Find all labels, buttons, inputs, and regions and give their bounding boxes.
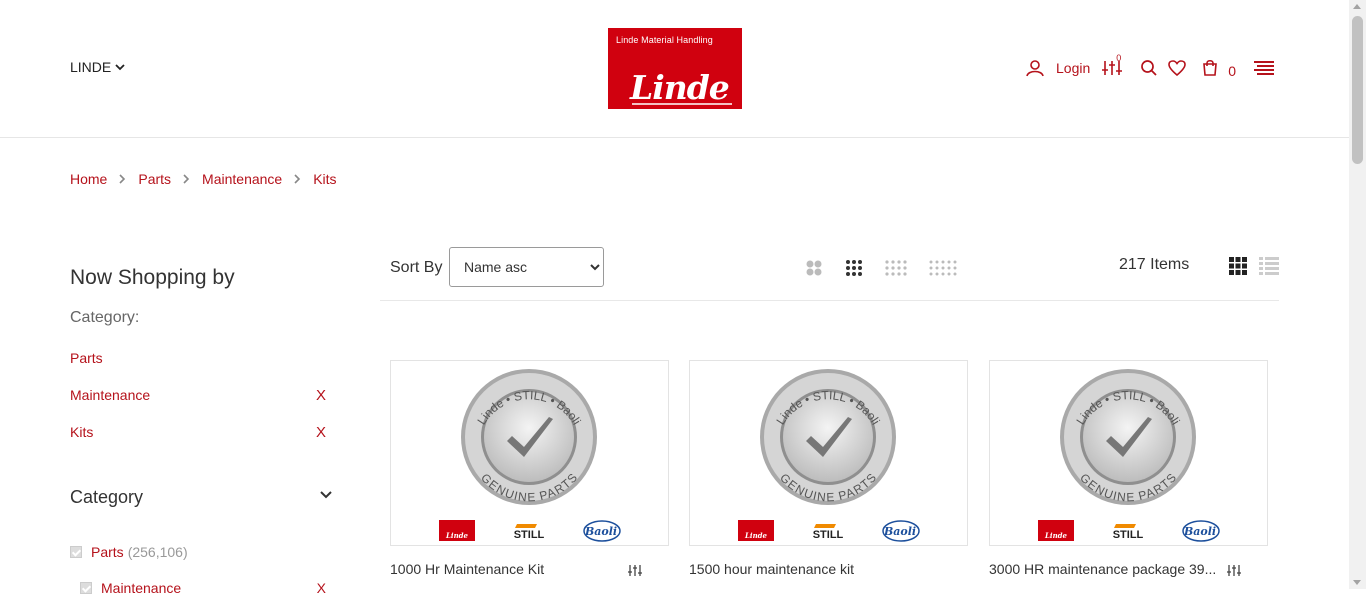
still-brand-mark bbox=[1114, 524, 1136, 528]
category-option-label: Parts bbox=[91, 544, 124, 560]
genuine-parts-seal: Linde • STILL • Baoli GENUINE PARTS Linde S… bbox=[690, 361, 967, 545]
logo-underline bbox=[632, 103, 732, 105]
product-image[interactable]: Linde • STILL • Baoli GENUINE PARTS Linde S… bbox=[989, 360, 1268, 546]
heart-icon[interactable] bbox=[1168, 60, 1187, 76]
remove-filter-maintenance-button[interactable]: X bbox=[316, 387, 326, 404]
still-brand-mark bbox=[814, 524, 836, 528]
brand-logos: Linde STILL Baoli bbox=[439, 520, 621, 542]
still-brand-text: STILL bbox=[1113, 529, 1144, 541]
filter-sidebar: Now Shopping by Category: Parts Maintena… bbox=[70, 266, 332, 596]
search-icon[interactable] bbox=[1140, 59, 1158, 77]
product-name[interactable]: 1500 hour maintenance kit bbox=[689, 561, 919, 577]
category-option-label: Maintenance bbox=[101, 580, 182, 596]
still-brand-text: STILL bbox=[514, 529, 545, 541]
checkbox-checked[interactable] bbox=[80, 582, 92, 594]
now-shopping-title: Now Shopping by bbox=[70, 266, 235, 289]
scrollbar-thumb[interactable] bbox=[1352, 16, 1363, 164]
page-scrollbar[interactable] bbox=[1349, 0, 1366, 589]
genuine-parts-seal: Linde • STILL • Baoli GENUINE PARTS Linde S… bbox=[391, 361, 668, 545]
login-link[interactable]: Login bbox=[1056, 60, 1090, 76]
add-to-compare-icon[interactable] bbox=[628, 564, 642, 577]
baoli-brand-text: Baoli bbox=[883, 525, 916, 538]
product-name[interactable]: 3000 HR maintenance package 39... bbox=[989, 561, 1219, 577]
baoli-brand-text: Baoli bbox=[1183, 525, 1216, 538]
linde-brand-text: Linde bbox=[744, 531, 768, 540]
grid-5-columns-icon[interactable] bbox=[929, 259, 959, 277]
active-filter-parts[interactable]: Parts bbox=[70, 350, 332, 366]
remove-filter-kits-button[interactable]: X bbox=[316, 424, 326, 441]
active-filter-label: Parts bbox=[70, 350, 103, 366]
product-toolbar: Sort By Name asc 217 Items bbox=[380, 246, 1279, 301]
active-filter-maintenance[interactable]: Maintenance X bbox=[70, 387, 332, 404]
active-filter-category-label: Category: bbox=[70, 309, 140, 326]
category-option-parts[interactable]: Parts (256,106) bbox=[70, 544, 188, 560]
breadcrumb-kits[interactable]: Kits bbox=[313, 171, 336, 187]
scroll-down-arrow-icon[interactable] bbox=[1353, 580, 1361, 585]
grid-view-icon[interactable] bbox=[1229, 257, 1247, 275]
still-brand-text: STILL bbox=[813, 529, 844, 541]
active-filter-label: Kits bbox=[70, 424, 94, 440]
baoli-brand-text: Baoli bbox=[584, 525, 617, 538]
compare-count: 0 bbox=[1116, 53, 1122, 63]
cart-count: 0 bbox=[1228, 63, 1237, 79]
category-option-count: (256,106) bbox=[127, 544, 188, 560]
breadcrumb-home[interactable]: Home bbox=[70, 171, 107, 187]
grid-2-columns-icon[interactable] bbox=[805, 259, 823, 277]
active-filter-label: Maintenance bbox=[70, 387, 151, 403]
site-header: LINDE Linde Material Handling Linde Logi… bbox=[0, 0, 1349, 138]
product-image[interactable]: Linde • STILL • Baoli GENUINE PARTS Linde S… bbox=[390, 360, 669, 546]
chevron-right-icon bbox=[294, 174, 301, 184]
breadcrumb-maintenance[interactable]: Maintenance bbox=[202, 171, 282, 187]
product-image[interactable]: Linde • STILL • Baoli GENUINE PARTS Linde S… bbox=[689, 360, 968, 546]
still-brand-mark bbox=[515, 524, 537, 528]
grid-4-columns-icon[interactable] bbox=[885, 259, 907, 277]
chevron-right-icon bbox=[183, 174, 190, 184]
genuine-parts-seal: Linde • STILL • Baoli GENUINE PARTS Linde S… bbox=[990, 361, 1267, 545]
product-name[interactable]: 1000 Hr Maintenance Kit bbox=[390, 561, 620, 577]
linde-brand-text: Linde bbox=[445, 531, 469, 540]
cart-icon[interactable] bbox=[1201, 59, 1219, 77]
header-actions: Login 0 0 bbox=[1026, 53, 1275, 80]
list-view-icon[interactable] bbox=[1259, 257, 1279, 275]
add-to-compare-icon[interactable] bbox=[1227, 564, 1241, 577]
linde-logo[interactable]: Linde Material Handling Linde bbox=[608, 28, 742, 109]
store-switcher[interactable]: LINDE bbox=[70, 59, 125, 75]
chevron-down-icon bbox=[115, 64, 125, 71]
brand-logos: Linde STILL Baoli bbox=[1038, 520, 1220, 542]
chevron-right-icon bbox=[119, 174, 126, 184]
brand-logos: Linde STILL Baoli bbox=[738, 520, 920, 542]
breadcrumb: Home Parts Maintenance Kits bbox=[70, 171, 337, 187]
logo-tagline: Linde Material Handling bbox=[616, 35, 713, 45]
remove-category-maintenance-button[interactable]: X bbox=[317, 580, 326, 596]
active-filter-kits[interactable]: Kits X bbox=[70, 424, 332, 441]
checkbox-checked[interactable] bbox=[70, 546, 82, 558]
compare-button[interactable]: 0 bbox=[1102, 53, 1123, 77]
scroll-up-arrow-icon[interactable] bbox=[1353, 4, 1361, 9]
item-count: 217 Items bbox=[1119, 256, 1190, 273]
category-section-title[interactable]: Category bbox=[70, 487, 143, 508]
store-switcher-label: LINDE bbox=[70, 59, 112, 75]
breadcrumb-parts[interactable]: Parts bbox=[138, 171, 171, 187]
sort-select[interactable]: Name asc bbox=[449, 247, 604, 287]
user-icon[interactable] bbox=[1026, 59, 1046, 77]
linde-brand-text: Linde bbox=[1044, 531, 1068, 540]
category-option-maintenance[interactable]: Maintenance X bbox=[80, 580, 332, 596]
chevron-down-icon[interactable] bbox=[320, 490, 332, 499]
sort-by-label: Sort By bbox=[390, 259, 443, 276]
menu-icon[interactable] bbox=[1253, 60, 1275, 76]
grid-3-columns-icon[interactable] bbox=[845, 259, 863, 277]
